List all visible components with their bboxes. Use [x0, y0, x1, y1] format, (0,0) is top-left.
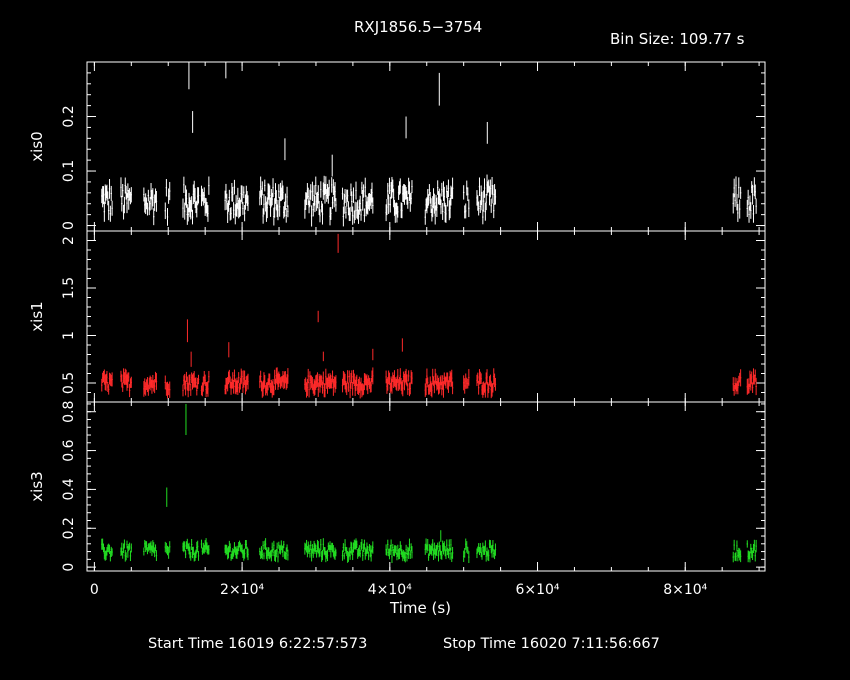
x-tick-label: 2×10⁴: [220, 582, 264, 598]
xis1-y-axis-label: xis1: [28, 301, 46, 331]
xis1-y-tick-label: 1.5: [61, 277, 77, 299]
xis0-y-tick-label: 0.2: [61, 105, 77, 127]
xis3-y-tick-label: 0: [61, 563, 77, 572]
xis0-y-axis-label: xis0: [28, 131, 46, 161]
xis3-y-tick-label: 0.4: [61, 478, 77, 500]
xis1-y-tick-label: 1: [61, 331, 77, 340]
xis1-y-tick-label: 0.5: [61, 372, 77, 394]
xis1-y-tick-label: 2: [61, 236, 77, 245]
xis3-y-tick-label: 0.6: [61, 439, 77, 461]
x-tick-label: 4×10⁴: [368, 582, 412, 598]
stop-time-label: Stop Time 16020 7:11:56:667: [443, 636, 660, 652]
x-axis-label: Time (s): [390, 599, 451, 617]
light-curve-chart: 0 0.1 0.2 xis0 0.5 1 1.5 2 xis1 0 0.2 0.4 0.6 0.8 xis3…: [28, 61, 766, 598]
xis0-y-tick-label: 0: [61, 221, 77, 230]
xis3-y-tick-label: 0.8: [61, 401, 77, 423]
x-tick-label: 0: [90, 582, 99, 598]
x-tick-label: 8×10⁴: [663, 582, 707, 598]
xis3-y-tick-label: 0.2: [61, 517, 77, 539]
xis0-y-tick-label: 0.1: [61, 160, 77, 182]
start-time-label: Start Time 16019 6:22:57:573: [148, 636, 368, 652]
xis3-y-axis-label: xis3: [28, 471, 46, 501]
x-tick-label: 6×10⁴: [515, 582, 559, 598]
